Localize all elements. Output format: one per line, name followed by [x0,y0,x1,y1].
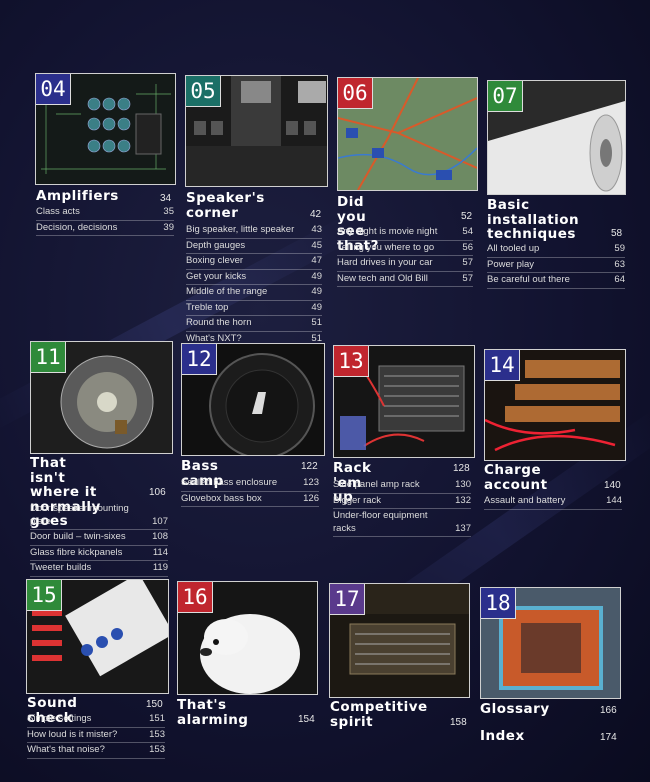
chapter-number-badge: 06 [338,78,373,109]
chapter-page: 58 [611,228,623,239]
toc-entry[interactable]: Sealed bass enclosure 123 [181,476,319,492]
chapter-page: 122 [301,461,318,472]
toc-entry[interactable]: Side panel amp rack 130 [333,478,471,494]
toc-entry[interactable]: Power play 63 [487,258,625,273]
chapter-number-badge: 11 [31,342,66,373]
toc-entry[interactable]: Simple settings 151 [27,712,165,728]
competition-car-install-photo: 17 [329,583,470,698]
chapter-page: 150 [146,699,163,710]
chapter-number-badge: 15 [27,580,62,611]
toc-entry[interactable]: All tooled up 59 [487,242,625,258]
toc-entry[interactable]: Hard drives in your car 57 [337,256,473,272]
chapter-title: Basic installation techniques [487,197,580,242]
toc-entry[interactable]: Get your kicks 49 [186,270,322,285]
chapter-page: 154 [298,714,315,725]
toc-entry[interactable]: Glovebox bass box 126 [181,492,319,507]
index-title[interactable]: Index [480,729,525,744]
chapter-page: 158 [450,717,467,728]
jl-subwoofer-photo: 12 [181,343,325,456]
chapter-number-badge: 17 [330,584,365,615]
toc-entry[interactable]: Any night is movie night 54 [337,225,473,241]
chapter-number-badge: 16 [178,582,213,613]
toc-entry[interactable]: Depth gauges 45 [186,239,322,254]
toc-entry[interactable]: Glass fibre kickpanels 114 [30,546,168,561]
chapter-number-badge: 14 [485,350,520,381]
chapter-title: That's alarming [177,697,249,728]
toc-entry[interactable]: Telling you where to go 56 [337,241,473,256]
toc-entry[interactable]: Big speaker, little speaker 43 [186,223,322,239]
toc-entry[interactable]: Boxing clever 47 [186,254,322,270]
toc-entry[interactable]: Treble top 49 [186,301,322,316]
chapter-title: Amplifiers [36,188,119,204]
toc-entry[interactable]: Round the horn 51 [186,316,322,332]
toc-entry[interactable]: How loud is it mister? 153 [27,728,165,743]
guard-dog-photo: 16 [177,581,318,695]
custom-speaker-enclosure-photo: 18 [480,587,621,699]
toc-entry[interactable]: Decision, decisions 39 [36,221,174,236]
toc-entry[interactable]: Door speaker mounting plate 107 [30,501,168,530]
toc-entry[interactable]: Assault and battery 144 [484,494,622,510]
chapter-page: 52 [461,211,473,222]
chapter-page: 34 [160,193,172,204]
chapter-page: 106 [149,487,166,498]
chapter-number-badge: 05 [186,76,221,107]
sat-nav-map-photo: 06 [337,77,478,191]
chapter-page: 42 [310,209,322,220]
amplifier-circuit-board-photo: 04 [35,73,176,185]
toc-entry[interactable]: Be careful out there 64 [487,273,625,289]
chapter-title: Speaker's corner [186,190,265,221]
audio-processor-photo: 15 [26,579,169,694]
toc-entry[interactable]: Bigger rack 132 [333,494,471,509]
toc-entry[interactable]: New tech and Old Bill 57 [337,272,473,287]
chapter-title: Competitive spirit [330,699,428,730]
toc-entry[interactable]: What's that noise? 153 [27,743,165,759]
chapter-number-badge: 12 [182,344,217,375]
chapter-number-badge: 07 [488,81,523,112]
chapter-title: Glossary [480,701,550,717]
battery-wiring-photo: 14 [484,349,626,461]
sound-deadening-roll-photo: 07 [487,80,626,195]
chapter-number-badge: 18 [481,588,516,619]
toc-entry[interactable]: Tweeter builds 119 [30,561,168,577]
amplifier-rack-photo: 13 [333,345,475,458]
toc-entry[interactable]: Under-floor equipment racks 137 [333,509,471,537]
chapter-number-badge: 13 [334,346,369,377]
chapter-title: Charge account [484,462,548,493]
speaker-grille-photo: 05 [185,75,328,187]
chapter-page: 140 [604,480,621,491]
toc-entry[interactable]: Class acts 35 [36,205,174,221]
chapter-page: 166 [600,705,617,716]
toc-entry[interactable]: Middle of the range 49 [186,285,322,301]
chapter-page: 128 [453,463,470,474]
door-speaker-photo: 11 [30,341,173,454]
chapter-number-badge: 04 [36,74,71,105]
toc-entry[interactable]: Door build – twin-sixes 108 [30,530,168,546]
index-page: 174 [600,732,617,743]
